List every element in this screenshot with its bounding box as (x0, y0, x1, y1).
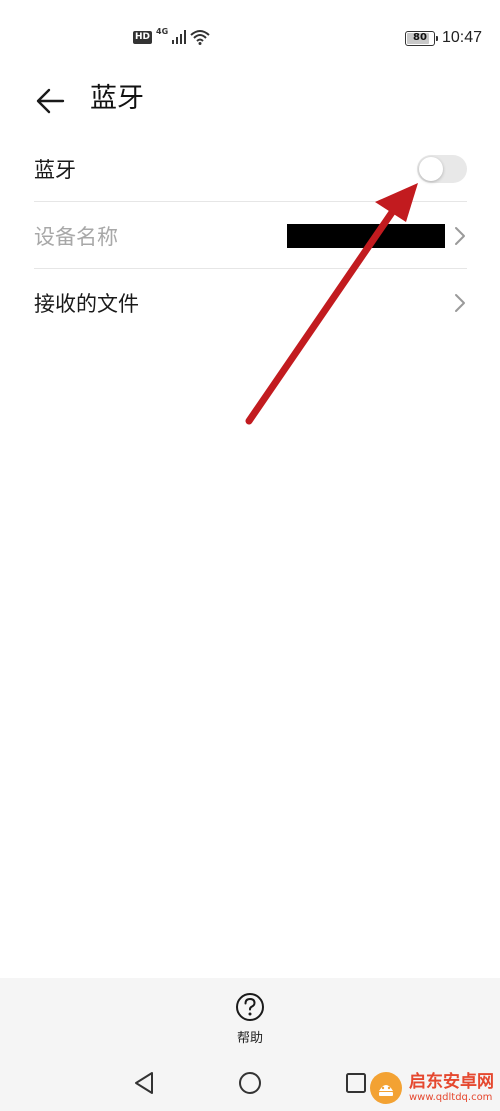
question-circle-icon (236, 993, 264, 1021)
chevron-right-icon (455, 293, 465, 312)
page-title: 蓝牙 (90, 83, 144, 114)
watermark-url: www.qdltdq.com (409, 1091, 493, 1103)
battery-level: 80 (412, 32, 427, 43)
hd-icon: HD (133, 30, 153, 44)
nav-home-button[interactable] (232, 1068, 268, 1098)
watermark-text: 启东安卓网 www.qdltdq.com (409, 1071, 494, 1104)
back-button[interactable] (28, 79, 72, 123)
status-left: HD 4G (133, 26, 210, 48)
nav-back-icon (135, 1072, 153, 1094)
device-name-label: 设备名称 (34, 224, 118, 249)
device-name-value-group (287, 223, 467, 248)
received-files-row[interactable]: 接收的文件 (34, 269, 467, 336)
nav-back-button[interactable] (126, 1068, 162, 1098)
watermark-name: 启东安卓网 (409, 1071, 494, 1092)
wifi-icon (190, 30, 210, 45)
status-clock: 10:47 (441, 29, 482, 46)
network-type-label: 4G (156, 26, 169, 36)
status-right: 80 10:47 (404, 27, 482, 49)
watermark: 启东安卓网 www.qdltdq.com (369, 1071, 494, 1105)
bluetooth-label: 蓝牙 (34, 157, 76, 182)
help-label: 帮助 (236, 1031, 263, 1046)
bottom-bar: 帮助 启东安卓网 www.qdltdq.com (0, 978, 500, 1111)
device-name-value-redacted (287, 223, 445, 248)
battery-icon: 80 (404, 30, 438, 46)
nav-home-icon (239, 1072, 261, 1094)
received-files-label: 接收的文件 (34, 291, 139, 316)
chevron-right-icon (455, 226, 465, 245)
status-bar: HD 4G 80 10:47 (0, 0, 500, 74)
signal-icon (172, 30, 187, 44)
watermark-logo-icon (370, 1072, 402, 1104)
app-header: 蓝牙 (0, 74, 500, 124)
nav-recents-icon (346, 1073, 366, 1093)
bluetooth-row: 蓝牙 (34, 135, 467, 202)
toggle-knob (419, 156, 443, 181)
device-name-row[interactable]: 设备名称 (34, 202, 467, 269)
arrow-left-icon (36, 88, 65, 114)
bluetooth-toggle[interactable] (417, 154, 467, 183)
help-button[interactable]: 帮助 (225, 992, 275, 1052)
